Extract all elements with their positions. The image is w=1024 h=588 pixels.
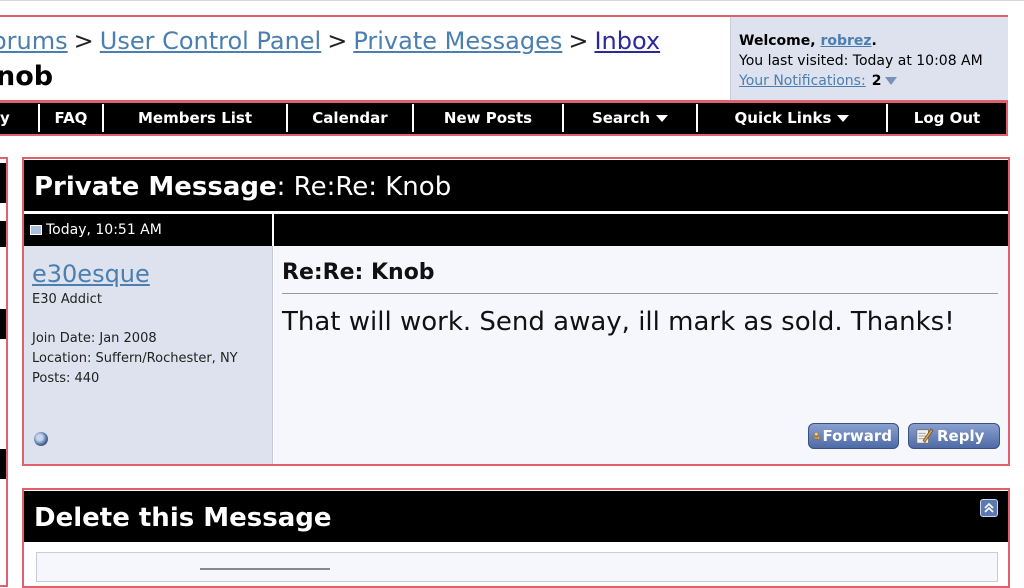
chevron-down-icon (837, 114, 850, 122)
nav-item-partial[interactable]: y (0, 104, 40, 132)
user-info-column: e30esque E30 Addict Join Date: Jan 2008 … (24, 246, 273, 464)
welcome-line: Welcome, robrez. (739, 31, 1008, 51)
notifications-count: 2 (871, 73, 882, 89)
last-visited-text: You last visited: Today at 10:08 AM (739, 53, 983, 69)
breadcrumb-user-control-panel-link[interactable]: User Control Panel (100, 27, 321, 55)
sidebar-block (0, 221, 6, 247)
nav-item-members-list[interactable]: Members List (104, 104, 288, 132)
nav-label: FAQ (54, 109, 88, 127)
location: Location: Suffern/Rochester, NY (32, 351, 238, 366)
nav-item-faq[interactable]: FAQ (40, 104, 104, 132)
post-count: Posts: 440 (32, 371, 100, 386)
sidebar-block (0, 309, 6, 339)
double-chevron-up-icon (984, 502, 994, 513)
breadcrumb-separator: > (73, 27, 94, 55)
nav-label: Search (591, 109, 651, 127)
notifications-dropdown-icon[interactable] (885, 77, 898, 85)
nav-label: Calendar (312, 109, 388, 127)
sender-username-link[interactable]: e30esque (32, 260, 150, 288)
notifications-link[interactable]: Your Notifications: (739, 73, 866, 89)
nav-item-log-out[interactable]: Log Out (888, 104, 1006, 132)
welcome-prefix: Welcome, (739, 33, 821, 49)
nav-label: Log Out (913, 109, 981, 127)
forward-button[interactable]: Forward (808, 423, 899, 449)
reply-icon (916, 428, 934, 444)
breadcrumb-private-messages-link[interactable]: Private Messages (353, 27, 562, 55)
delete-fieldset-legend (200, 568, 330, 570)
post-header: Today, 10:51 AM (24, 214, 1008, 246)
message-column: Re:Re: Knob That will work. Send away, i… (274, 246, 1008, 464)
sidebar-block (0, 163, 6, 203)
delete-message-fieldset (36, 552, 998, 582)
breadcrumb-inbox-link[interactable]: Inbox (594, 27, 660, 55)
breadcrumb-separator: > (568, 27, 589, 55)
sidebar-sliver (0, 157, 8, 587)
nav-label: New Posts (443, 109, 533, 127)
reply-label: Reply (937, 427, 985, 445)
pm-title-subject: : Re:Re: Knob (276, 172, 452, 202)
nav-item-search[interactable]: Search (564, 104, 698, 132)
collapse-icon[interactable] (980, 499, 998, 517)
online-status-icon (34, 432, 48, 446)
welcome-suffix: . (871, 33, 877, 49)
nav-label: y (0, 109, 10, 127)
breadcrumb: orums>User Control Panel>Private Message… (0, 27, 660, 55)
notifications-line: Your Notifications: 2 (739, 71, 1008, 91)
message-body: That will work. Send away, ill mark as s… (282, 307, 955, 337)
nav-item-calendar[interactable]: Calendar (288, 104, 414, 132)
breadcrumb-forums-link[interactable]: orums (0, 27, 68, 55)
nav-item-quick-links[interactable]: Quick Links (698, 104, 888, 132)
pm-title-label: Private Message (34, 172, 277, 202)
post-header-divider (272, 214, 274, 246)
page-title: nob (0, 61, 54, 92)
username-link[interactable]: robrez (820, 33, 871, 49)
welcome-panel: Welcome, robrez. You last visited: Today… (730, 17, 1008, 100)
reply-button[interactable]: Reply (908, 423, 1000, 449)
sidebar-block (0, 449, 6, 479)
nav-label: Members List (138, 109, 252, 127)
post-date: Today, 10:51 AM (30, 222, 162, 238)
top-divider (0, 0, 1024, 1)
nav-label: Quick Links (734, 109, 832, 127)
message-divider (282, 293, 998, 294)
forward-icon (813, 431, 821, 441)
private-message-title-bar: Private Message: Re:Re: Knob (24, 160, 1008, 211)
user-details: Join Date: Jan 2008 Location: Suffern/Ro… (32, 329, 264, 389)
forward-label: Forward (822, 427, 892, 445)
join-date: Join Date: Jan 2008 (32, 331, 157, 346)
nav-item-new-posts[interactable]: New Posts (414, 104, 564, 132)
message-subject: Re:Re: Knob (282, 260, 435, 285)
delete-message-title: Delete this Message (24, 491, 1008, 542)
user-title: E30 Addict (32, 292, 102, 307)
chevron-down-icon (656, 114, 669, 122)
breadcrumb-separator: > (327, 27, 348, 55)
post-date-text: Today, 10:51 AM (46, 222, 162, 238)
post-icon (30, 225, 42, 235)
navbar: y FAQ Members List Calendar New Posts Se… (0, 104, 1006, 132)
